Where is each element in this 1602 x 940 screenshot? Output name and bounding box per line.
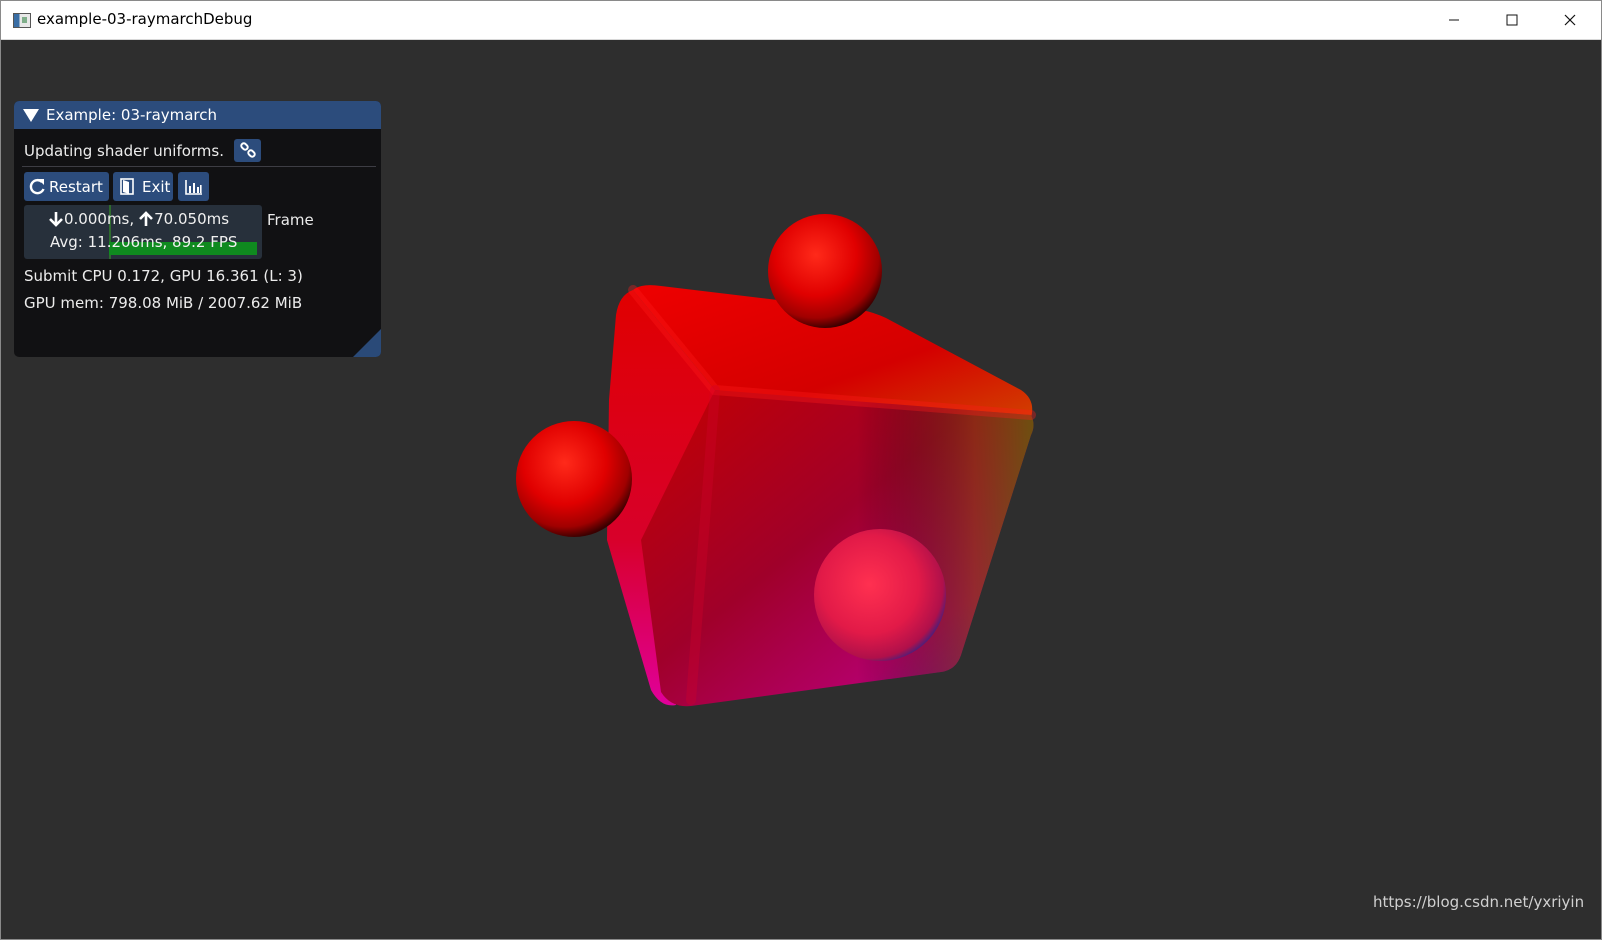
minimize-button[interactable] (1425, 1, 1483, 39)
example-panel[interactable]: Example: 03-raymarch Updating shader uni… (14, 101, 381, 357)
arrow-up-icon (139, 211, 154, 226)
window-title: example-03-raymarchDebug (37, 10, 253, 28)
app-window: example-03-raymarchDebug https://blog.cs… (0, 0, 1602, 940)
panel-title: Example: 03-raymarch (46, 106, 218, 124)
frame-average: Avg: 11.206ms, 89.2 FPS (50, 233, 238, 251)
close-icon (1564, 14, 1576, 26)
title-bar[interactable]: example-03-raymarchDebug (1, 1, 1601, 40)
sphere-top (768, 214, 882, 328)
sphere-front (814, 529, 946, 661)
sphere-left (516, 421, 632, 537)
refresh-icon (29, 178, 45, 194)
link-button[interactable] (234, 139, 261, 162)
arrow-down-icon (49, 212, 63, 227)
exit-label: Exit (142, 177, 171, 196)
app-window-icon (13, 13, 31, 28)
close-button[interactable] (1541, 1, 1599, 39)
submit-stats: Submit CPU 0.172, GPU 16.361 (L: 3) (24, 267, 303, 285)
restart-label: Restart (49, 177, 103, 196)
watermark-url: https://blog.csdn.net/yxriyin (1373, 893, 1585, 911)
panel-description: Updating shader uniforms. (24, 142, 224, 160)
frame-max-time: 70.050ms (154, 210, 230, 228)
restart-button[interactable]: Restart (24, 172, 109, 201)
minimize-icon (1449, 19, 1459, 21)
exit-button[interactable]: Exit (113, 172, 173, 201)
frame-min-time: 0.000ms, (64, 210, 135, 228)
bar-chart-icon (184, 179, 202, 195)
frame-label: Frame (267, 211, 314, 229)
maximize-button[interactable] (1483, 1, 1541, 39)
gpu-memory: GPU mem: 798.08 MiB / 2007.62 MiB (24, 294, 303, 312)
link-icon (239, 141, 256, 158)
panel-header[interactable]: Example: 03-raymarch (14, 101, 381, 129)
stats-button[interactable] (178, 172, 209, 201)
frame-time-graph: 0.000ms, 70.050ms Avg: 11.206ms, 89.2 FP… (24, 205, 262, 259)
maximize-icon (1506, 14, 1518, 26)
separator (22, 166, 376, 167)
triangle-down-icon[interactable] (23, 109, 39, 122)
resize-grip[interactable] (353, 329, 381, 357)
frame-minmax: 0.000ms, 70.050ms (48, 210, 229, 228)
door-exit-icon (120, 177, 134, 195)
